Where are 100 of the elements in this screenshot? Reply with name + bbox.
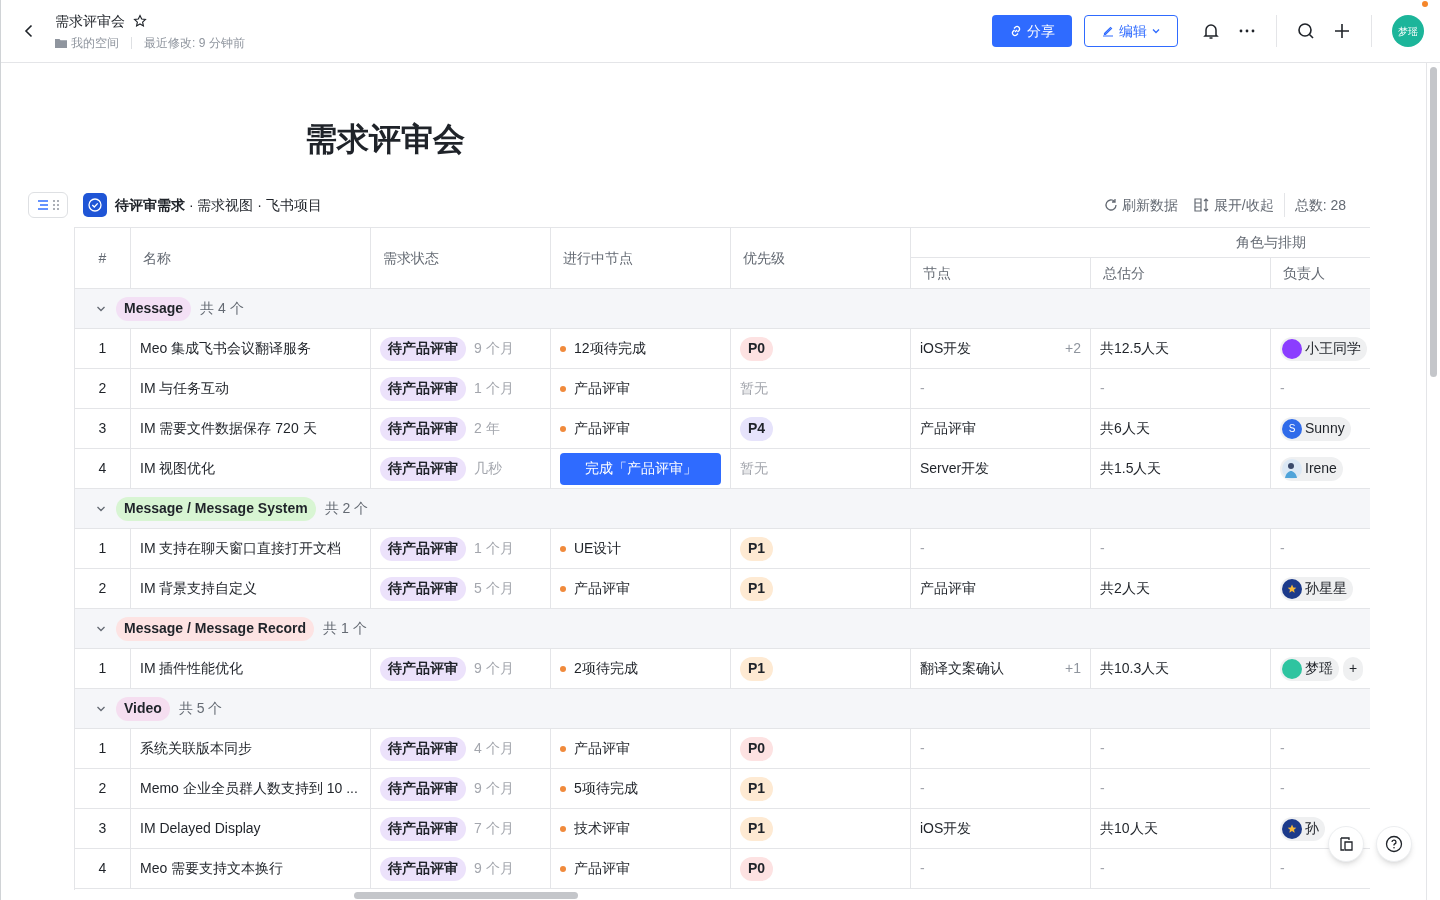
document-icon xyxy=(1338,836,1354,852)
complete-button[interactable]: 完成「产品评审」 xyxy=(560,452,721,485)
more-count: +1 xyxy=(1065,659,1081,678)
person-chip[interactable]: 小王同学 xyxy=(1280,336,1367,361)
table-cell: 系统关联版本同步 xyxy=(131,729,371,769)
table-cell: Memo 企业全员群人数支持到 10 ... xyxy=(131,769,371,809)
vertical-scrollbar[interactable] xyxy=(1430,67,1437,377)
table-cell: Meo 需要支持文本换行 xyxy=(131,849,371,889)
group-count: 共 2 个 xyxy=(324,499,369,518)
empty-text: 暂无 xyxy=(740,459,768,478)
column-group-header: 角色与排期 xyxy=(911,228,1370,258)
priority-tag: P1 xyxy=(740,656,774,681)
expand-icon xyxy=(1193,198,1210,212)
group-tag: Message / Message Record xyxy=(116,616,315,641)
modified-text: 最近修改: 9 分钟前 xyxy=(144,34,245,52)
group-tag: Video xyxy=(116,696,170,721)
age-text: 4 个月 xyxy=(474,739,514,758)
table-cell: IM 需要文件数据保存 720 天 xyxy=(131,409,371,449)
stage-text: 产品评审 xyxy=(574,419,630,438)
age-text: 5 个月 xyxy=(474,579,514,598)
group-count: 共 5 个 xyxy=(178,699,223,718)
priority-tag: P1 xyxy=(740,816,774,841)
table-cell-text: - xyxy=(920,379,925,398)
empty-text: 暂无 xyxy=(740,379,768,398)
bell-icon[interactable] xyxy=(1202,22,1220,40)
person-chip[interactable]: 梦瑶 xyxy=(1280,656,1339,681)
stage-text: UE设计 xyxy=(574,539,622,558)
search-icon[interactable] xyxy=(1297,22,1315,40)
edit-button[interactable]: 编辑 xyxy=(1084,15,1178,47)
table-cell-text: - xyxy=(1100,859,1105,878)
table-cell-text: 共12.5人天 xyxy=(1100,339,1170,358)
more-chip[interactable]: + xyxy=(1343,656,1364,681)
table-cell: IM 支持在聊天窗口直接打开文档 xyxy=(131,529,371,569)
age-text: 9 个月 xyxy=(474,339,514,358)
empty-text: - xyxy=(1280,539,1285,558)
stage-text: 5项待完成 xyxy=(574,779,638,798)
link-icon xyxy=(1009,24,1023,38)
table-cell-text: - xyxy=(920,539,925,558)
horizontal-scrollbar[interactable] xyxy=(354,891,578,899)
table-cell-text: - xyxy=(920,859,925,878)
share-button[interactable]: 分享 xyxy=(992,15,1072,47)
help-icon xyxy=(1385,835,1403,853)
table-cell-text: 共1.5人天 xyxy=(1100,459,1162,478)
person-chip[interactable]: S Sunny xyxy=(1280,416,1351,441)
priority-tag: P0 xyxy=(740,736,774,761)
outline-icon xyxy=(37,200,49,210)
refresh-icon xyxy=(1103,198,1118,212)
stage-text: 2项待完成 xyxy=(574,659,638,678)
row-number: 1 xyxy=(75,529,131,569)
table-cell-text: - xyxy=(920,779,925,798)
table-cell-text: 翻译文案确认 xyxy=(920,659,1004,678)
person-chip[interactable]: 孙星星 xyxy=(1280,576,1353,601)
status-tag: 待产品评审 xyxy=(380,416,466,441)
row-number: 2 xyxy=(75,369,131,409)
group-count: 共 1 个 xyxy=(323,619,367,638)
priority-tag: P0 xyxy=(740,336,774,361)
refresh-button[interactable]: 刷新数据 xyxy=(1103,194,1178,216)
table-cell-text: iOS开发 xyxy=(920,339,972,358)
person-chip[interactable]: Irene xyxy=(1280,456,1343,481)
status-tag: 待产品评审 xyxy=(380,576,466,601)
age-text: 7 个月 xyxy=(474,819,514,838)
status-tag: 待产品评审 xyxy=(380,656,466,681)
table-cell-text: 共10人天 xyxy=(1100,819,1158,838)
empty-text: - xyxy=(1280,779,1285,798)
person-chip[interactable]: 孙 xyxy=(1280,816,1325,841)
stage-text: 技术评审 xyxy=(574,819,630,838)
table-cell-text: - xyxy=(920,739,925,758)
table-cell-text: 产品评审 xyxy=(920,579,976,598)
status-tag: 待产品评审 xyxy=(380,536,466,561)
priority-tag: P4 xyxy=(740,416,774,441)
empty-text: - xyxy=(1280,739,1285,758)
age-text: 9 个月 xyxy=(474,659,514,678)
row-number: 3 xyxy=(75,809,131,849)
age-text: 1 个月 xyxy=(474,379,514,398)
empty-text: - xyxy=(1280,859,1285,878)
table-cell-text: 共10.3人天 xyxy=(1100,659,1170,678)
status-tag: 待产品评审 xyxy=(380,736,466,761)
block-handle[interactable] xyxy=(28,192,68,218)
row-number: 4 xyxy=(75,849,131,889)
row-number: 1 xyxy=(75,729,131,769)
more-count: +2 xyxy=(1065,339,1081,358)
priority-tag: P0 xyxy=(740,856,774,881)
table-cell-text: 产品评审 xyxy=(920,419,976,438)
caret-icon xyxy=(1151,26,1161,36)
stage-text: 12项待完成 xyxy=(574,339,646,358)
status-tag: 待产品评审 xyxy=(380,856,466,881)
expand-collapse-button[interactable]: 展开/收起 xyxy=(1193,194,1274,216)
page-heading: 需求评审会 xyxy=(304,120,466,159)
star-icon[interactable] xyxy=(133,14,147,28)
table-cell-text: - xyxy=(1100,379,1105,398)
stage-text: 产品评审 xyxy=(574,739,630,758)
stage-text: 产品评审 xyxy=(574,379,630,398)
help-button[interactable] xyxy=(1376,826,1412,862)
age-text: 1 个月 xyxy=(474,539,514,558)
status-tag: 待产品评审 xyxy=(380,456,466,481)
add-icon[interactable] xyxy=(1333,22,1351,40)
pen-icon xyxy=(1101,24,1115,38)
priority-tag: P1 xyxy=(740,576,774,601)
outline-button[interactable] xyxy=(1328,826,1364,862)
age-text: 几秒 xyxy=(474,459,502,478)
